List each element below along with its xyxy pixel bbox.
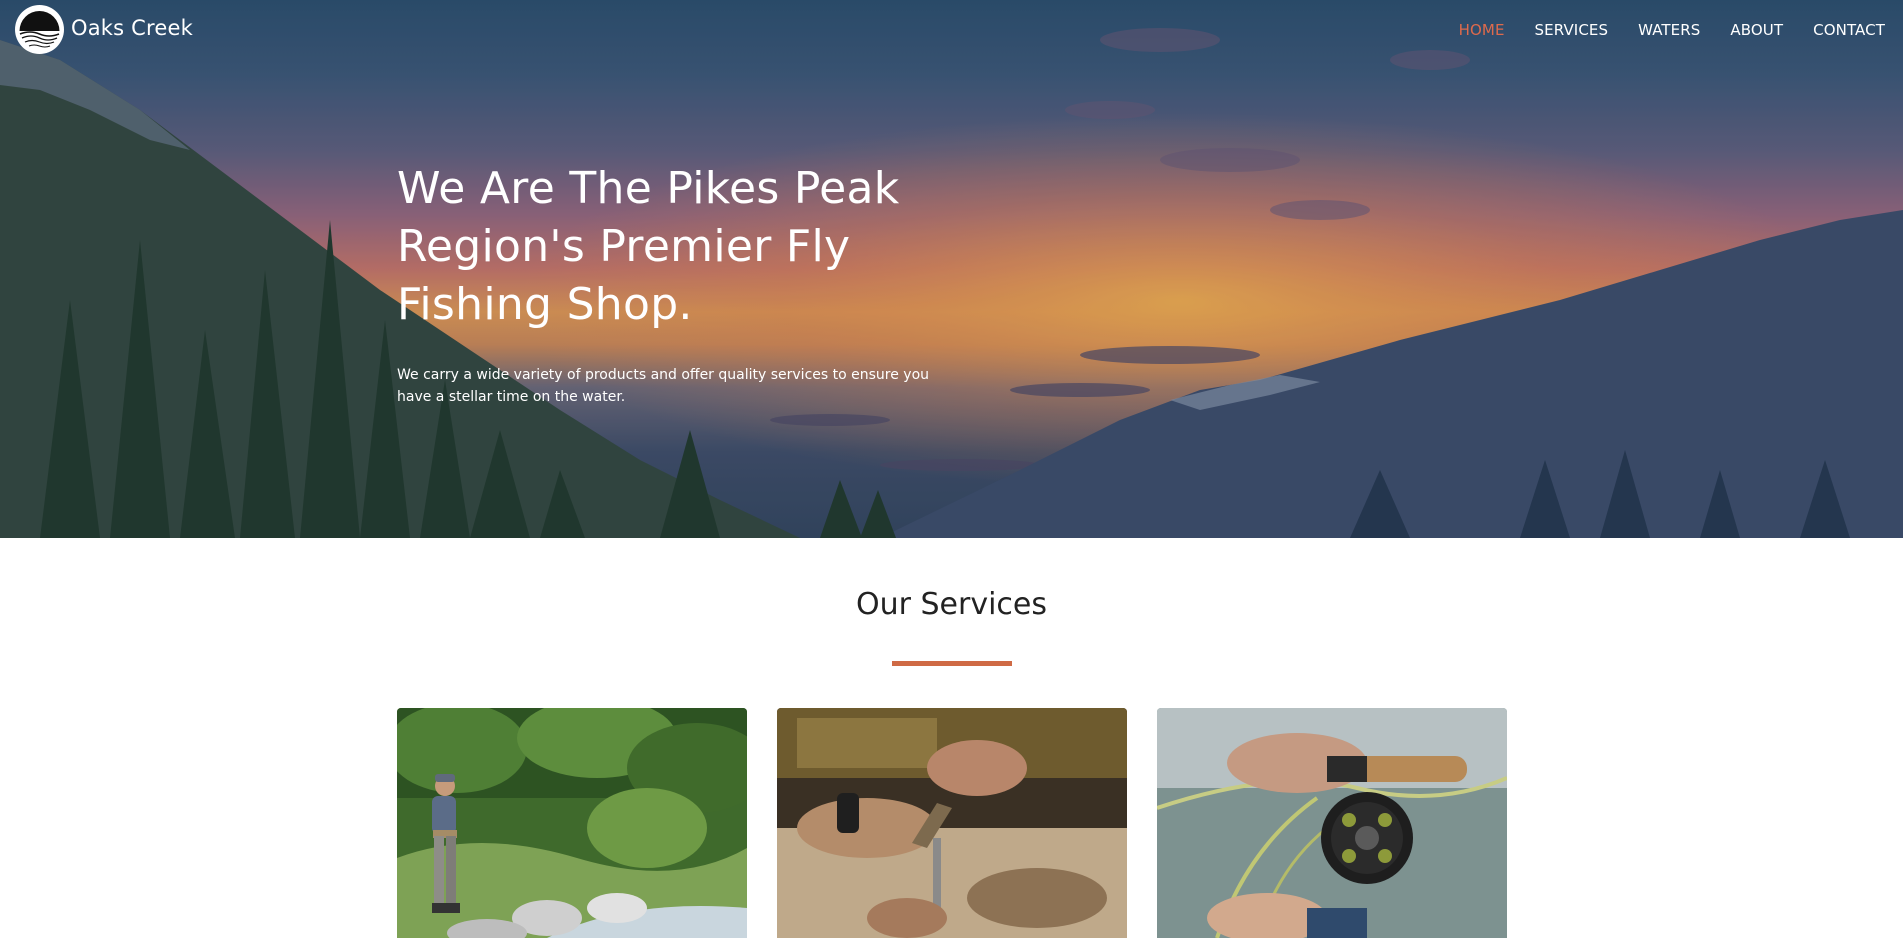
section-divider <box>892 661 1012 666</box>
hero-title: We Are The Pikes Peak Region's Premier F… <box>397 163 900 330</box>
river-sun-icon <box>17 7 62 52</box>
fly-tying-photo <box>777 708 1127 938</box>
nav-item-contact[interactable]: CONTACT <box>1813 20 1885 40</box>
main-nav: HOME SERVICES WATERS ABOUT CONTACT <box>1459 20 1885 40</box>
service-card-gear[interactable] <box>1157 708 1507 938</box>
nav-item-home[interactable]: HOME <box>1459 20 1505 40</box>
fly-reel-photo <box>1157 708 1507 938</box>
brand-logo[interactable] <box>15 5 64 54</box>
hero-subtitle: We carry a wide variety of products and … <box>397 367 930 405</box>
service-card-guided-trips[interactable] <box>397 708 747 938</box>
brand-name[interactable]: Oaks Creek <box>71 15 193 41</box>
nav-item-waters[interactable]: WATERS <box>1638 20 1700 40</box>
nav-item-about[interactable]: ABOUT <box>1730 20 1783 40</box>
hero-banner: Oaks Creek HOME SERVICES WATERS ABOUT CO… <box>0 0 1903 538</box>
service-card-fly-tying[interactable] <box>777 708 1127 938</box>
services-heading: Our Services <box>855 587 1047 622</box>
nav-item-services[interactable]: SERVICES <box>1535 20 1609 40</box>
angler-in-stream-photo <box>397 708 747 938</box>
